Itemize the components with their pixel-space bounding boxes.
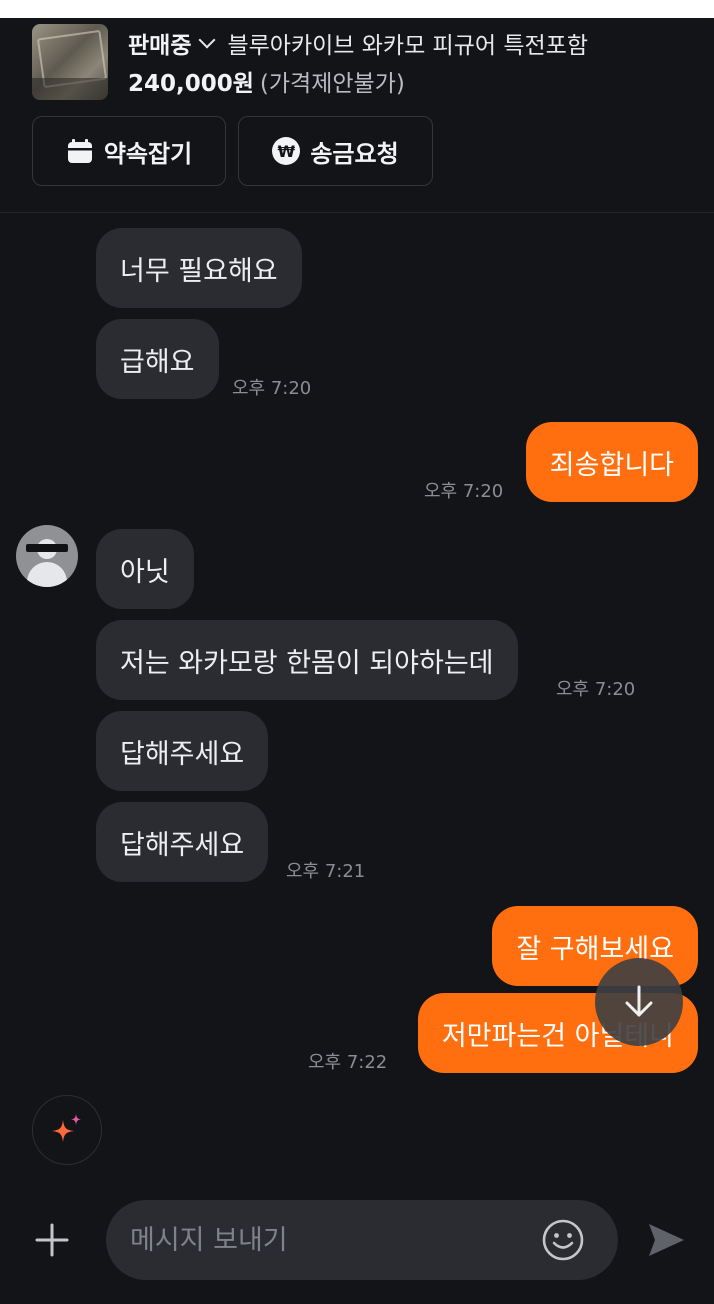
ai-assistant-button[interactable]: [32, 1095, 102, 1165]
message-incoming[interactable]: 너무 필요해요: [96, 228, 302, 308]
message-incoming[interactable]: 급해요: [96, 319, 219, 399]
plus-icon: [35, 1223, 69, 1257]
attach-button[interactable]: [30, 1218, 74, 1262]
product-title: 블루아카이브 와카모 피규어 특전포함: [227, 33, 588, 59]
remit-label: 송금요청: [310, 139, 399, 168]
send-icon: [649, 1224, 684, 1256]
message-incoming[interactable]: 저는 와카모랑 한몸이 되야하는데: [96, 620, 518, 700]
smiley-icon: [542, 1219, 584, 1261]
avatar[interactable]: [16, 525, 78, 587]
message-time: 오후 7:20: [424, 481, 504, 502]
message-time: 오후 7:22: [308, 1052, 388, 1073]
scroll-to-bottom-button[interactable]: [595, 958, 683, 1046]
product-thumbnail[interactable]: [32, 24, 108, 100]
emoji-button[interactable]: [540, 1217, 586, 1263]
header-divider: [0, 212, 714, 213]
message-incoming[interactable]: 답해주세요: [96, 802, 269, 882]
sparkle-icon: [52, 1114, 81, 1142]
message-incoming[interactable]: 답해주세요: [96, 711, 269, 791]
message-time: 오후 7:20: [556, 679, 636, 700]
status-bar-strip: [0, 0, 714, 18]
message-time: 오후 7:21: [286, 861, 366, 882]
remit-request-button[interactable]: ₩ 송금요청: [238, 116, 433, 186]
message-outgoing[interactable]: 죄송합니다: [525, 422, 698, 502]
appointment-label: 약속잡기: [103, 139, 193, 168]
product-header[interactable]: 판매중 블루아카이브 와카모 피규어 특전포함 240,000원 (가격제안불가): [0, 18, 714, 106]
arrow-down-icon: [625, 985, 653, 1017]
send-button[interactable]: [640, 1214, 692, 1266]
chevron-down-icon[interactable]: [198, 31, 216, 49]
product-price: 240,000원: [128, 71, 254, 97]
sale-status-dropdown[interactable]: 판매중: [128, 26, 191, 60]
product-price-row: 240,000원 (가격제안불가): [128, 64, 405, 98]
won-icon: ₩: [272, 137, 301, 165]
product-status-row: 판매중 블루아카이브 와카모 피규어 특전포함: [128, 26, 588, 60]
calendar-icon: [67, 139, 92, 163]
price-note: (가격제안불가): [259, 71, 405, 97]
message-incoming[interactable]: 아닛: [96, 529, 194, 609]
message-time: 오후 7:20: [232, 378, 312, 399]
appointment-button[interactable]: 약속잡기: [32, 116, 226, 186]
